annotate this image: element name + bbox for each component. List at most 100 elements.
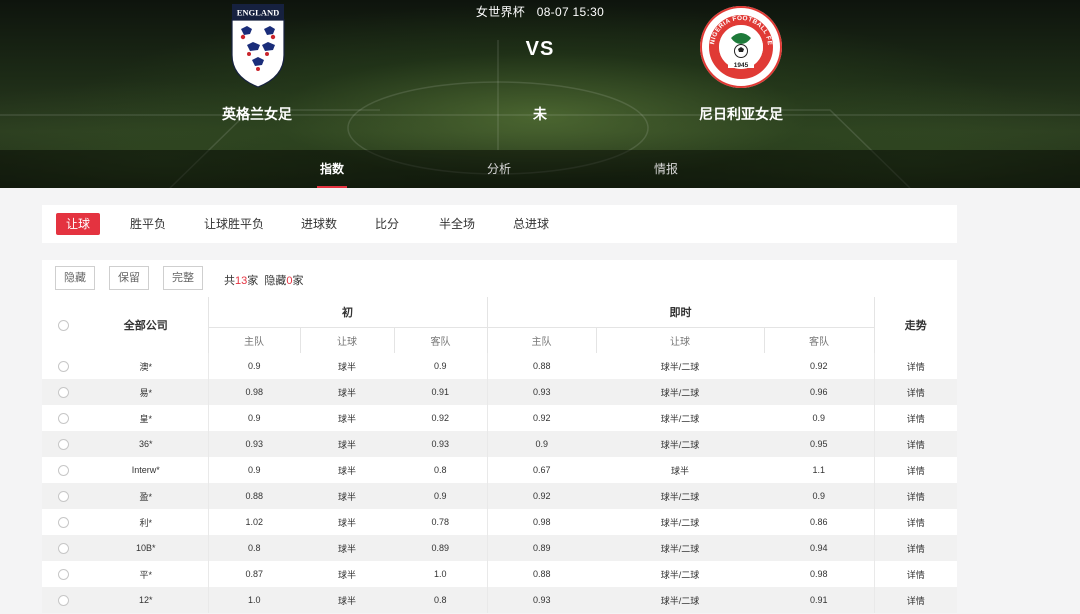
- live-away-odds: 0.9: [812, 413, 826, 423]
- init-home-odds: 0.98: [207, 379, 300, 405]
- table-row: 澳* 0.9 球半 0.9 0.88 球半/二球 0.92 详情: [42, 353, 958, 379]
- live-home-odds: 0.93: [486, 379, 596, 405]
- live-handicap-line: 球半/二球: [660, 569, 700, 580]
- init-away-odds: 0.9: [433, 361, 447, 371]
- market-tab-total-goals[interactable]: 总进球: [503, 213, 559, 235]
- company-name: Interw*: [131, 465, 160, 475]
- row-select-radio[interactable]: [57, 438, 69, 450]
- match-meta: 女世界杯 08-07 15:30: [0, 3, 1080, 20]
- live-handicap-line: 球半/二球: [660, 387, 700, 398]
- live-handicap-line: 球半/二球: [660, 413, 700, 424]
- company-name: 平*: [139, 569, 152, 580]
- table-row: 10B* 0.8 球半 0.89 0.89 球半/二球 0.94 详情: [42, 535, 958, 561]
- row-select-radio[interactable]: [57, 568, 69, 580]
- market-tab-halftime-fulltime[interactable]: 半全场: [429, 213, 485, 235]
- match-nav: 指数 分析 情报: [0, 150, 1080, 188]
- live-away-odds: 0.94: [810, 543, 828, 553]
- detail-link[interactable]: 详情: [907, 440, 925, 450]
- row-select-radio[interactable]: [57, 360, 69, 372]
- init-home-odds: 0.8: [207, 535, 300, 561]
- company-name: 10B*: [135, 543, 156, 553]
- live-home-odds: 0.88: [486, 353, 596, 379]
- tab-analysis[interactable]: 分析: [459, 150, 539, 188]
- total-count: 13: [235, 275, 248, 287]
- row-select-radio[interactable]: [57, 412, 69, 424]
- live-home-header: 主队: [486, 326, 596, 353]
- row-select-radio[interactable]: [57, 490, 69, 502]
- table-row: 平* 0.87 球半 1.0 0.88 球半/二球 0.98 详情: [42, 561, 958, 587]
- competition-name: 女世界杯: [475, 5, 526, 19]
- live-home-odds: 0.67: [486, 457, 596, 483]
- live-handicap-line: 球半/二球: [660, 517, 700, 528]
- live-handicap-line: 球半/二球: [660, 595, 700, 606]
- init-handicap-line: 球半: [337, 387, 356, 398]
- market-tab-score[interactable]: 比分: [365, 213, 409, 235]
- live-handicap-line: 球半/二球: [660, 439, 700, 450]
- init-home-odds: 1.02: [207, 509, 300, 535]
- company-name: 皇*: [139, 413, 152, 424]
- live-home-odds: 0.93: [486, 587, 596, 613]
- row-select-radio[interactable]: [57, 542, 69, 554]
- init-handicap-line: 球半: [337, 413, 356, 424]
- market-tab-handicap[interactable]: 让球: [56, 213, 101, 235]
- live-home-odds: 0.89: [486, 535, 596, 561]
- detail-link[interactable]: 详情: [907, 466, 925, 476]
- market-tab-handicap-1x2[interactable]: 让球胜平负: [194, 213, 274, 235]
- hide-button[interactable]: 隐藏: [55, 266, 95, 290]
- select-all-radio[interactable]: [57, 319, 69, 331]
- market-tab-goals[interactable]: 进球数: [291, 213, 347, 235]
- init-away-odds: 0.93: [431, 439, 450, 449]
- row-select-radio[interactable]: [57, 464, 69, 476]
- company-header: 全部公司: [123, 320, 168, 332]
- init-home-odds: 0.88: [207, 483, 300, 509]
- company-count: 共13家 隐藏0家: [224, 272, 304, 288]
- live-handicap-line: 球半: [670, 465, 689, 476]
- table-row: 易* 0.98 球半 0.91 0.93 球半/二球 0.96 详情: [42, 379, 958, 405]
- detail-link[interactable]: 详情: [907, 362, 925, 372]
- company-name: 澳*: [139, 361, 152, 372]
- detail-link[interactable]: 详情: [907, 518, 925, 528]
- init-home-odds: 1.0: [207, 587, 300, 613]
- market-tabs: 让球 胜平负 让球胜平负 进球数 比分 半全场 总进球: [42, 205, 957, 243]
- live-home-odds: 0.92: [486, 405, 596, 431]
- tab-odds[interactable]: 指数: [292, 150, 372, 188]
- init-handicap-line: 球半: [337, 543, 356, 554]
- detail-link[interactable]: 详情: [907, 544, 925, 554]
- live-away-odds: 0.86: [810, 517, 828, 527]
- init-away-odds: 0.91: [431, 387, 450, 397]
- select-all-cell: [42, 297, 84, 353]
- live-home-odds: 0.98: [486, 509, 596, 535]
- tab-intel[interactable]: 情报: [626, 150, 706, 188]
- table-row: 36* 0.93 球半 0.93 0.9 球半/二球 0.95 详情: [42, 431, 958, 457]
- init-home-odds: 0.9: [207, 353, 300, 379]
- table-row: 利* 1.02 球半 0.78 0.98 球半/二球 0.86 详情: [42, 509, 958, 535]
- detail-link[interactable]: 详情: [907, 414, 925, 424]
- init-handicap-line: 球半: [337, 517, 356, 528]
- detail-link[interactable]: 详情: [907, 388, 925, 398]
- live-handicap-header: 让球: [595, 326, 764, 353]
- vs-label: VS: [525, 38, 555, 60]
- keep-button[interactable]: 保留: [109, 266, 149, 290]
- live-header: 即时: [486, 297, 875, 327]
- table-row: 皇* 0.9 球半 0.92 0.92 球半/二球 0.9 详情: [42, 405, 958, 431]
- detail-link[interactable]: 详情: [907, 570, 925, 580]
- live-home-odds: 0.88: [486, 561, 596, 587]
- live-away-odds: 0.95: [810, 439, 828, 449]
- row-select-radio[interactable]: [57, 386, 69, 398]
- total-unit: 家: [247, 275, 259, 287]
- match-status: 未: [533, 106, 547, 122]
- row-select-radio[interactable]: [57, 594, 69, 606]
- detail-link[interactable]: 详情: [907, 596, 925, 606]
- init-handicap-line: 球半: [337, 569, 356, 580]
- row-select-radio[interactable]: [57, 516, 69, 528]
- away-team-name: 尼日利亚女足: [699, 106, 783, 122]
- detail-link[interactable]: 详情: [907, 492, 925, 502]
- init-home-odds: 0.9: [207, 457, 300, 483]
- live-handicap-line: 球半/二球: [660, 361, 700, 372]
- market-tab-1x2[interactable]: 胜平负: [120, 213, 176, 235]
- company-name: 12*: [138, 595, 153, 605]
- init-handicap-line: 球半: [337, 595, 356, 606]
- full-button[interactable]: 完整: [163, 266, 203, 290]
- init-home-odds: 0.87: [207, 561, 300, 587]
- match-datetime: 08-07 15:30: [536, 5, 605, 19]
